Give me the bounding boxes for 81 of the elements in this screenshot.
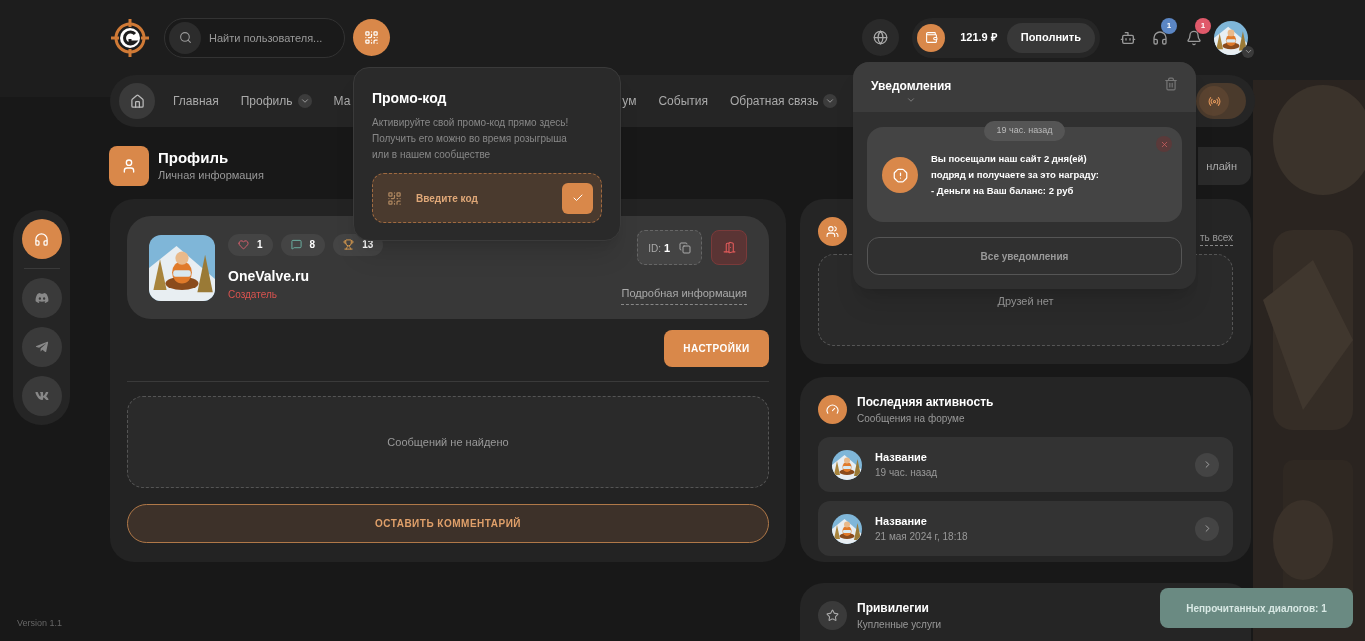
privileges-subtitle: Купленные услуги [857, 618, 942, 632]
online-button[interactable]: нлайн [1198, 147, 1251, 185]
empty-friends-text: Друзей нет [997, 294, 1054, 309]
users-icon [826, 225, 839, 238]
activity-title: Последняя активность [857, 394, 994, 411]
nav-link[interactable]: Главная [173, 92, 219, 110]
alert-icon [892, 167, 908, 183]
discord-button[interactable] [21, 278, 62, 318]
nav-link[interactable]: Ма [333, 92, 351, 110]
activity-subtitle: Сообщения на форуме [857, 412, 966, 426]
heart-icon [238, 239, 249, 250]
likes-counter: 1 [228, 233, 273, 256]
telegram-button[interactable] [21, 327, 62, 367]
comment-icon [290, 239, 302, 250]
broadcast-icon [1207, 94, 1221, 108]
qr-code-icon [364, 30, 379, 45]
chevron-down-icon [825, 96, 836, 106]
headset-icon [34, 231, 49, 247]
home-button[interactable] [119, 83, 155, 119]
telegram-icon [34, 340, 49, 354]
exit-button[interactable] [711, 230, 747, 266]
search-input[interactable]: Найти пользователя... [209, 18, 329, 57]
bell-icon[interactable] [1186, 29, 1202, 46]
vk-button[interactable] [21, 376, 62, 416]
version-text: Version 1.1 [17, 617, 63, 630]
nav-link[interactable]: Профиль [240, 92, 312, 110]
all-notifications-button[interactable]: Все уведомления [867, 237, 1182, 275]
user-role: Создатель [228, 287, 278, 302]
notification-time: 19 час. назад [983, 121, 1066, 141]
activity-item-time: 21 мая 2024 г, 18:18 [875, 530, 969, 545]
support-icon[interactable] [1152, 29, 1168, 46]
door-icon [722, 241, 736, 255]
activity-item[interactable]: Название 21 мая 2024 г, 18:18 [818, 501, 1233, 556]
promo-code-field[interactable]: Введите код [372, 173, 602, 223]
balance-amount: 121.9 ₽ [960, 30, 997, 46]
wallet-icon [924, 31, 938, 44]
nav-link[interactable]: ум [622, 92, 637, 110]
trash-icon[interactable] [1164, 77, 1178, 91]
comment-button[interactable]: ОСТАВИТЬ КОММЕНТАРИЙ [127, 504, 769, 543]
qr-code-icon [387, 190, 402, 206]
activity-item-title: Название [875, 513, 928, 529]
page-title: Профиль [158, 148, 230, 167]
discord-icon [34, 291, 49, 305]
privileges-title: Привилегии [857, 600, 930, 617]
activity-item-title: Название [875, 449, 928, 465]
broadcast-toggle[interactable] [1196, 83, 1246, 119]
close-icon [1159, 139, 1169, 149]
unread-dialogs-toast: Непрочитанных диалогов: 1 [1160, 588, 1353, 628]
user-icon [121, 158, 137, 174]
chevron-down-icon [299, 96, 310, 106]
support-button[interactable] [21, 219, 62, 259]
globe-icon [873, 30, 889, 45]
notification-message: Вы посещали наш сайт 2 дня(ей) подряд и получаете за это награду: - Деньги на Ваш баланс: 2 руб [931, 152, 1099, 198]
details-link[interactable]: Подробная информация [621, 285, 747, 305]
promo-code-input[interactable]: Введите код [416, 174, 562, 222]
check-icon [571, 192, 584, 204]
show-all-link[interactable]: ть всех [1199, 230, 1233, 246]
promo-title: Промо-код [372, 89, 448, 108]
activity-item-time: 19 час. назад [875, 466, 939, 481]
search-field[interactable]: Найти пользователя... [164, 17, 345, 58]
logo-icon[interactable] [110, 17, 150, 58]
home-icon [129, 93, 145, 109]
comments-counter: 8 [280, 233, 326, 256]
star-icon [826, 609, 839, 622]
copy-icon[interactable] [679, 241, 691, 254]
promo-description: Активируйте свой промо-код прямо здесь! Получить его можно во время розыгрыша или в нашем сообществе [372, 116, 570, 162]
vk-icon [34, 389, 49, 403]
nav-link[interactable]: События [658, 92, 708, 110]
id-text: ID: 1 [648, 240, 670, 256]
nav-link[interactable]: Обратная связь [730, 92, 838, 110]
user-name: OneValve.ru [228, 266, 310, 286]
chevron-down-icon [1243, 47, 1253, 56]
topup-button[interactable]: Пополнить [1006, 22, 1095, 53]
gauge-icon [826, 403, 839, 416]
page-subtitle: Личная информация [158, 167, 264, 183]
trophy-icon [343, 239, 355, 250]
search-icon [178, 31, 192, 44]
notifications-title: Уведомления [871, 78, 952, 95]
activity-item[interactable]: Название 19 час. назад [818, 437, 1233, 492]
empty-messages-text: Сообщений не найдено [387, 434, 509, 450]
chevron-down-icon [906, 95, 917, 105]
